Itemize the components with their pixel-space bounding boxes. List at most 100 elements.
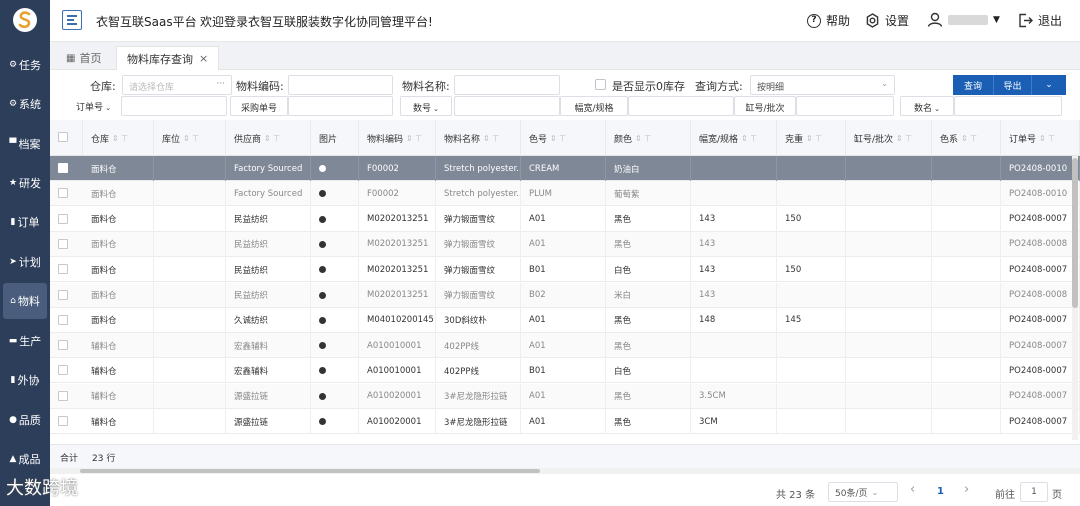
sort-filter-icon[interactable]: ⇕ ⊤ — [550, 134, 566, 143]
sidebar-item-outsourcing[interactable]: ▮ 外协 — [3, 362, 47, 398]
table-row[interactable]: 辅料仓 宏鑫辅料 A010010001 402PP线 B01 白色 PO2408-0007 — [50, 358, 1080, 384]
column-header-vat-batch[interactable]: 缸号/批次 ⇕ ⊤ — [846, 120, 932, 156]
export-dropdown-button[interactable]: ⌄ — [1031, 75, 1066, 95]
image-thumbnail-icon[interactable] — [319, 342, 326, 350]
quantity-input[interactable] — [454, 96, 560, 116]
order-no-input[interactable] — [121, 96, 227, 116]
page-size-select[interactable]: 50条/页 ⌄ — [828, 482, 898, 502]
show-zero-checkbox[interactable] — [595, 79, 606, 90]
column-header-order-no[interactable]: 订单号 ⇕ ⊤ — [1001, 120, 1080, 156]
menu-toggle-icon[interactable] — [62, 10, 82, 30]
vertical-scrollbar[interactable] — [1072, 156, 1078, 440]
column-header-material-name[interactable]: 物料名称 ⇕ ⊤ — [436, 120, 521, 156]
row-checkbox[interactable] — [58, 390, 68, 401]
logout-button[interactable]: 退出 — [1018, 12, 1062, 29]
sort-filter-icon[interactable]: ⇕ ⊤ — [635, 134, 651, 143]
table-row[interactable]: 辅料仓 源盛拉链 A010020001 3#尼龙隐形拉链 A01 黑色 3CM PO2408-… — [50, 409, 1080, 434]
row-checkbox[interactable] — [58, 289, 68, 300]
table-row[interactable]: 面料仓 久诚纺织 M04010200145 30D斜纹朴 A01 黑色 148 145 PO24… — [50, 307, 1080, 333]
sidebar-item-rnd[interactable]: ★ 研发 — [3, 165, 47, 201]
table-row[interactable]: 面料仓 Factory Sourced F00002 Stretch polyeste… — [50, 156, 1080, 181]
sidebar-item-task[interactable]: ⚙ 任务 — [3, 47, 47, 83]
sort-filter-icon[interactable]: ⇕ ⊤ — [806, 134, 822, 143]
query-button[interactable]: 查询 — [953, 75, 993, 95]
column-header-width-spec[interactable]: 幅宽/规格 ⇕ ⊤ — [691, 120, 777, 156]
more-icon[interactable]: ··· — [216, 79, 225, 89]
prev-page-icon[interactable]: ‹ — [910, 482, 915, 497]
column-header-color[interactable]: 颜色 ⇕ ⊤ — [606, 120, 691, 156]
sidebar-item-material[interactable]: ⌂ 物料 — [3, 283, 47, 319]
sidebar-item-archive[interactable]: ▀ 档案 — [3, 126, 47, 162]
material-code-input[interactable] — [288, 75, 393, 95]
image-thumbnail-icon[interactable] — [319, 266, 326, 274]
vat-batch-input[interactable] — [796, 96, 894, 116]
vat-batch-filter[interactable]: 缸号/批次 — [734, 96, 796, 116]
current-page[interactable]: 1 — [937, 486, 944, 497]
sort-filter-icon[interactable]: ⇕ ⊤ — [406, 134, 422, 143]
image-thumbnail-icon[interactable] — [319, 367, 326, 375]
sidebar-item-production[interactable]: ▬ 生产 — [3, 323, 47, 359]
column-header-material-code[interactable]: 物料编码 ⇕ ⊤ — [359, 120, 436, 156]
table-row[interactable]: 面料仓 民益纺织 M0202013251 弹力锻面雪纹 A01 黑色 143 PO2408-0… — [50, 231, 1080, 257]
table-row[interactable]: 面料仓 民益纺织 M0202013251 弹力锻面雪纹 B01 白色 143 150 PO240… — [50, 257, 1080, 283]
image-thumbnail-icon[interactable] — [319, 392, 326, 400]
sort-filter-icon[interactable]: ⇕ ⊤ — [741, 134, 757, 143]
material-name-input[interactable] — [454, 75, 560, 95]
row-checkbox[interactable] — [58, 340, 68, 351]
column-header-color-code[interactable]: 色号 ⇕ ⊤ — [521, 120, 606, 156]
sort-filter-icon[interactable]: ⇕ ⊤ — [483, 134, 499, 143]
horizontal-scrollbar[interactable] — [50, 468, 1080, 474]
quantity-filter[interactable]: 数号 ⌄ — [400, 96, 452, 116]
image-thumbnail-icon[interactable] — [319, 316, 326, 324]
next-page-icon[interactable]: › — [964, 482, 969, 497]
table-row[interactable]: 辅料仓 宏鑫辅料 A010010001 402PP线 A01 黑色 PO2408-0007 — [50, 333, 1080, 359]
sidebar-item-plan[interactable]: ➤ 计划 — [3, 244, 47, 280]
purchase-no-filter[interactable]: 采购单号 — [230, 96, 288, 116]
table-row[interactable]: 面料仓 民益纺织 M0202013251 弹力锻面雪纹 A01 黑色 143 150 PO240… — [50, 206, 1080, 232]
row-checkbox[interactable] — [58, 238, 68, 249]
table-row[interactable]: 辅料仓 源盛拉链 A010020001 3#尼龙隐形拉链 A01 黑色 3.5CM PO240… — [50, 383, 1080, 409]
width-spec-input[interactable] — [628, 96, 734, 116]
image-thumbnail-icon[interactable] — [319, 418, 326, 425]
tab-material-inventory[interactable]: 物料库存查询 × — [116, 46, 220, 70]
purchase-no-input[interactable] — [288, 96, 393, 116]
column-header-select[interactable] — [50, 120, 83, 156]
image-thumbnail-icon[interactable] — [319, 215, 326, 223]
sidebar-item-order[interactable]: ▮ 订单 — [3, 204, 47, 240]
image-thumbnail-icon[interactable] — [319, 240, 326, 248]
close-icon[interactable]: × — [199, 52, 208, 65]
sort-filter-icon[interactable]: ⇕ ⊤ — [112, 134, 128, 143]
sidebar-item-quality[interactable]: ● 品质 — [3, 402, 47, 438]
column-header-color-family[interactable]: 色系 ⇕ ⊤ — [932, 120, 1001, 156]
column-header-image[interactable]: 图片 — [311, 120, 359, 156]
select-all-checkbox[interactable] — [58, 132, 68, 142]
table-row[interactable]: 面料仓 民益纺织 M0202013251 弹力锻面雪纹 B02 米白 143 PO2408-0… — [50, 282, 1080, 308]
image-thumbnail-icon[interactable] — [319, 291, 326, 299]
goto-page-input[interactable]: 1 — [1020, 482, 1048, 502]
width-spec-filter[interactable]: 幅宽/规格 — [560, 96, 628, 116]
count-input[interactable] — [954, 96, 1062, 116]
sort-filter-icon[interactable]: ⇕ ⊤ — [896, 134, 912, 143]
row-checkbox[interactable] — [58, 188, 68, 199]
column-header-supplier[interactable]: 供应商 ⇕ ⊤ — [226, 120, 311, 156]
row-checkbox[interactable] — [58, 213, 68, 224]
sort-filter-icon[interactable]: ⇕ ⊤ — [183, 134, 199, 143]
row-checkbox[interactable] — [58, 314, 68, 325]
sidebar-item-system[interactable]: ⚙ 系统 — [3, 86, 47, 122]
export-button[interactable]: 导出 — [993, 75, 1031, 95]
settings-button[interactable]: 设置 — [865, 12, 909, 29]
column-header-location[interactable]: 库位 ⇕ ⊤ — [154, 120, 226, 156]
sort-filter-icon[interactable]: ⇕ ⊤ — [264, 134, 280, 143]
tab-home[interactable]: ▦ 首页 — [56, 46, 111, 70]
query-mode-select[interactable]: 按明细 ⌄ — [750, 75, 895, 95]
table-row[interactable]: 面料仓 Factory Sourced F00002 Stretch polyeste… — [50, 181, 1080, 207]
image-thumbnail-icon[interactable] — [319, 190, 326, 198]
sort-filter-icon[interactable]: ⇕ ⊤ — [961, 134, 977, 143]
row-checkbox[interactable] — [58, 416, 68, 426]
app-logo[interactable] — [13, 8, 37, 32]
row-checkbox[interactable] — [58, 365, 68, 376]
warehouse-select[interactable]: 请选择仓库 ··· — [122, 75, 232, 95]
image-thumbnail-icon[interactable] — [319, 165, 326, 172]
column-header-warehouse[interactable]: 仓库 ⇕ ⊤ — [83, 120, 154, 156]
order-no-filter[interactable]: 订单号 ⌄ — [70, 96, 120, 116]
